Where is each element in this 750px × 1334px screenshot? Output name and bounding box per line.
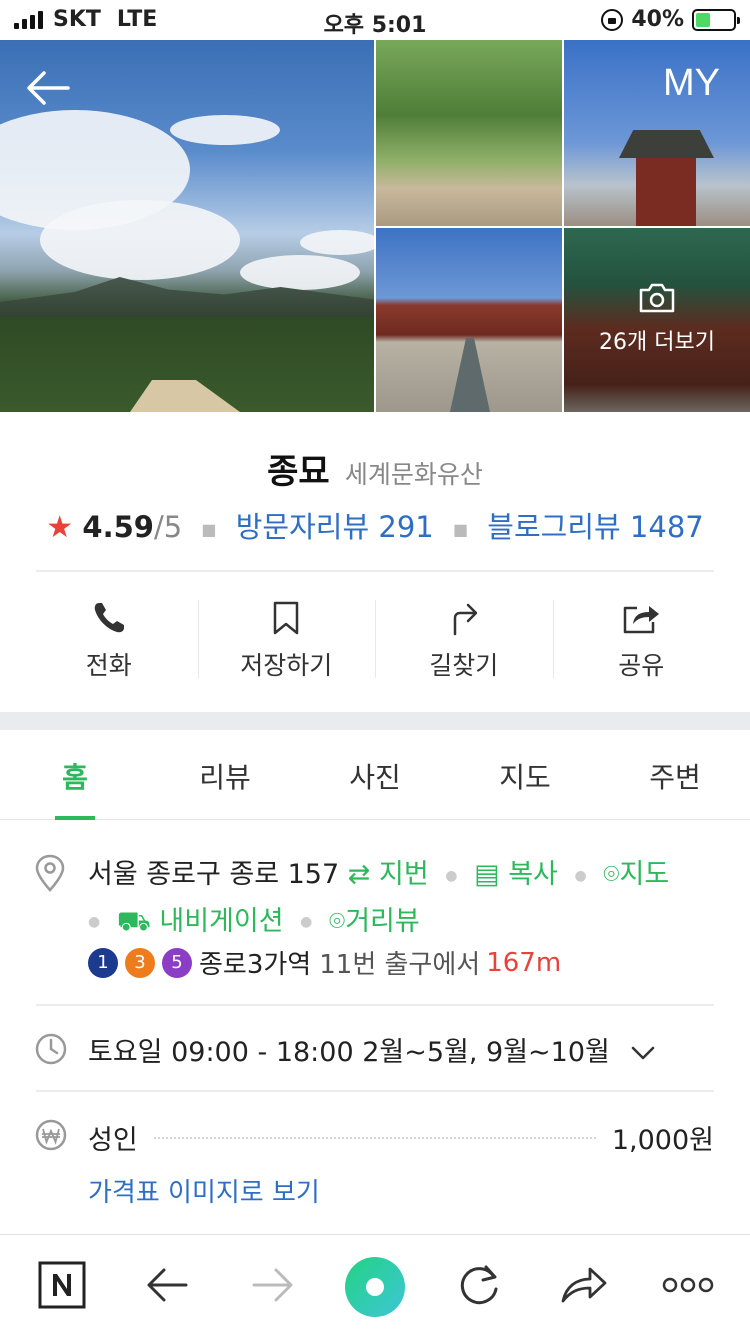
station-distance: 167m xyxy=(486,947,562,978)
streetview-icon: ⌾ xyxy=(328,905,346,937)
address-block: 서울 종로구 종로 157 ⇄ 지번 ● ▤ 복사 ● ⌾지도 ● ⛟ 내비게이… xyxy=(88,859,670,937)
divider xyxy=(36,570,714,572)
streetview-button[interactable]: ⌾거리뷰 xyxy=(329,906,420,937)
price-value: 1,000원 xyxy=(611,1125,714,1156)
save-label: 저장하기 xyxy=(240,651,333,680)
call-button[interactable]: 전화 xyxy=(20,584,198,694)
visitor-reviews-link[interactable]: 방문자리뷰 291 xyxy=(236,510,434,544)
share-forward-icon[interactable] xyxy=(560,1263,608,1305)
station-name: 종로3가역 xyxy=(199,950,312,980)
battery-percent: 40% xyxy=(631,7,684,32)
my-button[interactable]: MY xyxy=(663,62,720,105)
address-text: 서울 종로구 종로 157 xyxy=(88,859,340,890)
price-row: 성인 1,000원 xyxy=(88,1118,714,1157)
place-summary: 종묘 세계문화유산 ★ 4.59/5 ■ 방문자리뷰 291 ■ 블로그리뷰 1… xyxy=(0,412,750,712)
chevron-down-icon[interactable] xyxy=(630,1045,656,1061)
more-photos-button[interactable]: 26개 더보기 xyxy=(564,282,750,356)
copy-button[interactable]: ▤ 복사 xyxy=(474,859,558,890)
separator-dot: ■ xyxy=(201,519,217,539)
price-image-link[interactable]: 가격표 이미지로 보기 xyxy=(88,1172,320,1209)
more-options-icon[interactable] xyxy=(662,1275,714,1295)
copy-icon: ▤ xyxy=(474,859,500,890)
browser-toolbar xyxy=(0,1234,750,1334)
tab-reviews[interactable]: 리뷰 xyxy=(150,730,300,819)
dotted-leader xyxy=(153,1136,596,1139)
star-icon: ★ xyxy=(46,510,74,545)
browser-forward-icon[interactable] xyxy=(252,1267,294,1303)
photo-gallery: MY 26개 더보기 xyxy=(0,40,750,412)
status-bar: SKT LTE 오후 5:01 40% xyxy=(0,0,750,40)
directions-icon xyxy=(453,603,477,636)
place-category: 세계문화유산 xyxy=(344,460,483,489)
car-icon: ⛟ xyxy=(116,905,151,937)
clock-icon xyxy=(35,1033,67,1065)
share-icon xyxy=(624,606,660,634)
section-gap xyxy=(0,712,750,730)
share-label: 공유 xyxy=(618,651,665,680)
divider xyxy=(36,1004,714,1006)
station-exit: 11번 출구에서 xyxy=(319,950,481,980)
bookmark-icon xyxy=(274,601,299,635)
subway-line-badge: 1 xyxy=(88,947,118,978)
tab-map[interactable]: 지도 xyxy=(450,730,600,819)
tab-photos[interactable]: 사진 xyxy=(300,730,450,819)
refresh-icon[interactable] xyxy=(456,1263,502,1307)
map-button[interactable]: ⌾지도 xyxy=(603,859,669,890)
tab-nearby[interactable]: 주변 xyxy=(600,730,750,819)
rotation-lock-icon xyxy=(601,8,624,31)
tab-home[interactable]: 홈 xyxy=(0,730,150,820)
hours-text: 토요일 09:00 - 18:00 2월~5월, 9월~10월 xyxy=(88,1037,610,1068)
photo-thumbnail[interactable] xyxy=(376,40,562,226)
photo-thumbnail[interactable] xyxy=(564,40,750,226)
price-label: 성인 xyxy=(88,1125,138,1156)
subway-line-badge: 3 xyxy=(125,947,155,978)
map-pin-icon: ⌾ xyxy=(603,859,620,890)
subway-info: 1 3 5 종로3가역 11번 출구에서 167m xyxy=(88,944,561,981)
tab-bar: 홈 리뷰 사진 지도 주변 xyxy=(0,730,750,820)
won-currency-icon xyxy=(35,1119,67,1151)
save-button[interactable]: 저장하기 xyxy=(197,584,376,694)
photo-thumbnail[interactable] xyxy=(376,228,562,412)
browser-back-icon[interactable] xyxy=(146,1267,188,1303)
subway-line-badge: 5 xyxy=(162,947,192,978)
separator-dot: ■ xyxy=(452,519,469,539)
blog-reviews-link[interactable]: 블로그리뷰 1487 xyxy=(487,510,703,544)
back-arrow-icon[interactable] xyxy=(24,68,72,108)
jibeon-button[interactable]: ⇄ 지번 xyxy=(348,859,429,890)
phone-icon xyxy=(94,603,124,633)
hours-row[interactable]: 토요일 09:00 - 18:00 2월~5월, 9월~10월 xyxy=(88,1030,656,1069)
more-photos-label: 26개 더보기 xyxy=(599,330,715,355)
navigation-button[interactable]: ⛟ 내비게이션 xyxy=(117,906,284,937)
battery-icon xyxy=(692,8,740,31)
share-button[interactable]: 공유 xyxy=(552,584,731,694)
directions-button[interactable]: 길찾기 xyxy=(375,584,553,694)
call-label: 전화 xyxy=(85,651,132,680)
rating-max: /5 xyxy=(153,510,183,544)
divider xyxy=(36,1090,714,1092)
location-pin-icon xyxy=(35,854,65,892)
directions-label: 길찾기 xyxy=(429,651,499,680)
action-bar: 전화 저장하기 길찾기 공유 xyxy=(20,584,730,694)
rating-score: 4.59 xyxy=(82,510,154,544)
naver-home-icon[interactable] xyxy=(38,1261,86,1309)
green-dot-button[interactable] xyxy=(343,1255,407,1319)
place-name: 종묘 xyxy=(267,452,330,492)
camera-icon xyxy=(639,283,675,313)
